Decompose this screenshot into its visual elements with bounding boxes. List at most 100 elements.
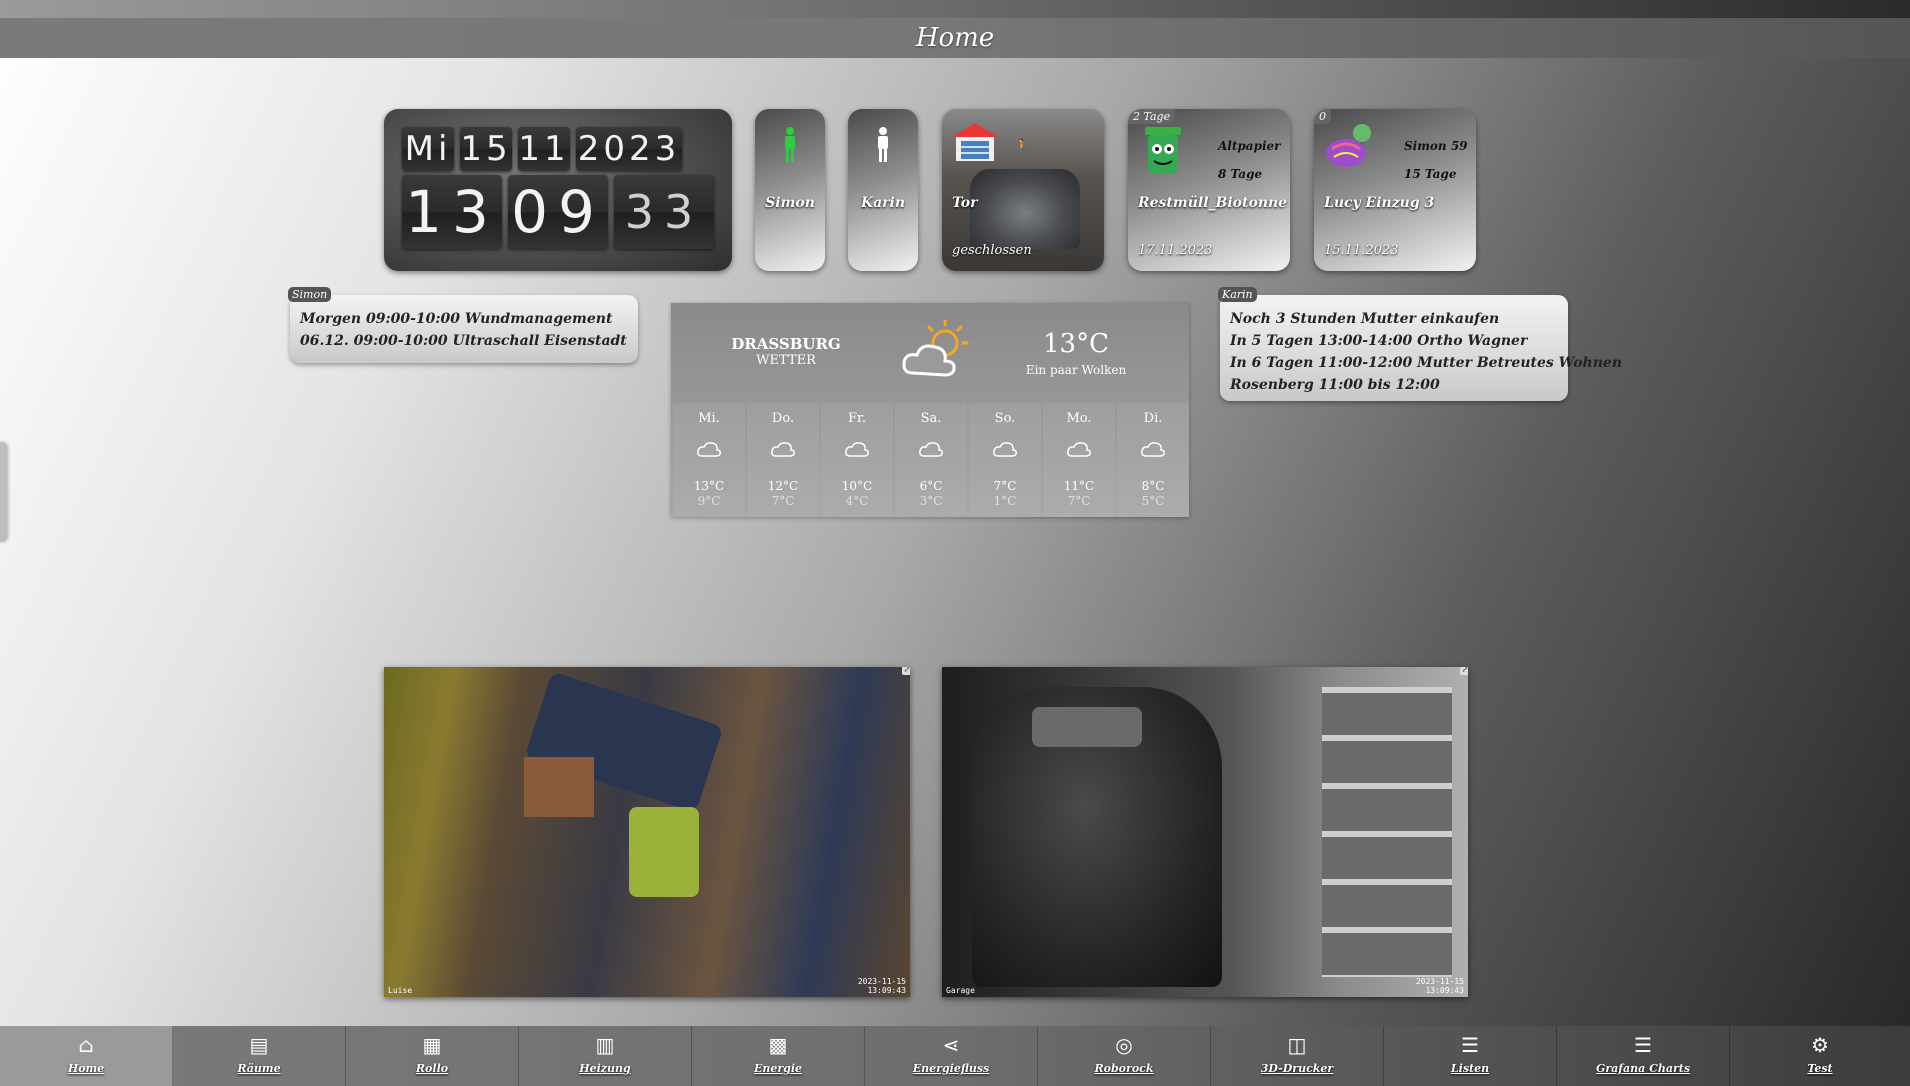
weather-widget[interactable]: DRASSBURG WETTER 13°C Ein paar Wolken Mi…	[671, 303, 1189, 517]
nav-raeume[interactable]: ▤ Räume	[173, 1026, 346, 1086]
gear-icon: ⚙	[1811, 1033, 1829, 1057]
calendar-entry: 06.12. 09:00-10:00 Ultraschall Eisenstad…	[300, 333, 627, 349]
garage-status: geschlossen	[952, 243, 1032, 258]
nav-label: Test	[1807, 1062, 1833, 1075]
nav-label: Energiefluss	[912, 1062, 990, 1075]
nav-label: Home	[67, 1062, 105, 1075]
partly-cloudy-icon	[899, 315, 979, 389]
expand-icon[interactable]: ⤢	[1460, 667, 1468, 675]
calendar-entry: In 6 Tagen 11:00-12:00 Mutter Betreutes …	[1230, 355, 1622, 371]
camera-label: Garage	[946, 986, 975, 995]
expand-icon[interactable]: ⤢	[902, 667, 910, 675]
calendar-owner: Karin	[1218, 287, 1257, 302]
nav-rollo[interactable]: ▦ Rollo	[346, 1026, 519, 1086]
forecast-high: 13°C	[693, 479, 725, 493]
clock-weekday: Mi	[402, 127, 454, 171]
rooms-icon: ▤	[249, 1033, 269, 1057]
home-icon: ⌂	[78, 1033, 94, 1057]
car-photo	[970, 169, 1080, 249]
waste-tile[interactable]: 2 Tage Altpapier 8 Tage Restmüll_Biotonn…	[1128, 109, 1290, 271]
forecast-low: 3°C	[919, 494, 943, 508]
forecast-high: 8°C	[1141, 479, 1165, 493]
nav-heizung[interactable]: ▥ Heizung	[519, 1026, 692, 1086]
nav-home[interactable]: ⌂ Home	[0, 1026, 173, 1086]
robot-vacuum-icon: ◎	[1115, 1033, 1133, 1057]
person-name: Simon	[765, 195, 815, 211]
nav-energie[interactable]: ▩ Energie	[692, 1026, 865, 1086]
birthday-balloon-icon	[1322, 119, 1378, 181]
nav-3d-drucker[interactable]: ◫ 3D-Drucker	[1211, 1026, 1384, 1086]
birthday-date: 15.11.2023	[1324, 243, 1399, 258]
camera-date: 2023-11-15	[857, 977, 906, 986]
nav-grafana-charts[interactable]: ☰ Grafana Charts	[1557, 1026, 1730, 1086]
camera-feed-living-room[interactable]: Luise 2023-11-15 13:09:43 ⤢	[384, 667, 910, 997]
clock-hour: 13	[402, 175, 502, 249]
nav-label: 3D-Drucker	[1260, 1062, 1334, 1075]
waste-date: 17.11.2023	[1138, 243, 1213, 258]
nav-listen[interactable]: ☰ Listen	[1384, 1026, 1557, 1086]
calendar-entry: In 5 Tagen 13:00-14:00 Ortho Wagner	[1230, 333, 1528, 349]
person-tile-karin[interactable]: Karin	[848, 109, 918, 271]
forecast-day-name: Mi.	[698, 411, 720, 426]
forecast-day: Fr. 10°C 4°C	[821, 403, 893, 517]
top-bar	[0, 0, 1910, 18]
weather-current: DRASSBURG WETTER 13°C Ein paar Wolken	[671, 303, 1189, 403]
forecast-high: 6°C	[919, 479, 943, 493]
forecast-low: 1°C	[993, 494, 1017, 508]
table-shape	[524, 757, 594, 817]
nav-test[interactable]: ⚙ Test	[1730, 1026, 1910, 1086]
bottom-navigation: ⌂ Home ▤ Räume ▦ Rollo ▥ Heizung ▩ Energ…	[0, 1026, 1910, 1086]
sunroof-shape	[1032, 707, 1142, 747]
clock-year: 2023	[576, 127, 682, 171]
cloud-icon	[895, 439, 967, 463]
nav-roborock[interactable]: ◎ Roborock	[1038, 1026, 1211, 1086]
person-present-icon	[782, 127, 798, 170]
list-icon: ☰	[1634, 1033, 1652, 1057]
camera-time: 13:09:43	[867, 986, 906, 995]
clock-second: 33	[614, 175, 714, 249]
calendar-owner: Simon	[288, 287, 332, 302]
side-menu-handle[interactable]	[0, 442, 7, 542]
cloud-icon	[673, 439, 745, 463]
cloud-icon	[747, 439, 819, 463]
birthday-name: Lucy Einzug 3	[1324, 195, 1435, 211]
forecast-low: 5°C	[1141, 494, 1165, 508]
person-absent-icon	[875, 127, 891, 170]
waste-name: Restmüll_Biotonne	[1138, 195, 1288, 211]
forecast-day-name: Sa.	[920, 411, 942, 426]
window-blind-icon: ▦	[422, 1033, 442, 1057]
nav-label: Heizung	[579, 1062, 631, 1075]
nav-energiefluss[interactable]: ⋖ Energiefluss	[865, 1026, 1038, 1086]
weather-subtitle: WETTER	[756, 353, 816, 368]
nav-label: Grafana Charts	[1595, 1062, 1691, 1075]
birthday-next-days: 15 Tage	[1404, 167, 1457, 181]
clock-minute: 09	[508, 175, 608, 249]
page-title: Home	[0, 18, 1910, 58]
clock-month: 11	[518, 127, 570, 171]
garage-tile[interactable]: 🚶 Tor geschlossen	[942, 109, 1104, 271]
birthday-tile[interactable]: 0 Simon 59 15 Tage Lucy Einzug 3 15.11.2…	[1314, 109, 1476, 271]
calendar-entry: Morgen 09:00-10:00 Wundmanagement	[300, 311, 613, 327]
person-tile-simon[interactable]: Simon	[755, 109, 825, 271]
waste-next-label: Altpapier	[1218, 139, 1281, 153]
weather-desc: Ein paar Wolken	[1025, 363, 1127, 377]
camera-timestamp: 2023-11-15 13:09:43	[858, 977, 906, 995]
nav-label: Listen	[1450, 1062, 1490, 1075]
forecast-day: So. 7°C 1°C	[969, 403, 1041, 517]
calendar-simon[interactable]: Simon Morgen 09:00-10:00 Wundmanagement …	[288, 287, 638, 363]
forecast-high: 10°C	[841, 479, 873, 493]
cloud-icon	[1043, 439, 1115, 463]
camera-date: 2023-11-15	[1415, 977, 1464, 986]
birthday-next-label: Simon 59	[1404, 139, 1468, 153]
camera-time: 13:09:43	[1425, 986, 1464, 995]
forecast-day-name: Mo.	[1066, 411, 1092, 426]
cloud-icon	[969, 439, 1041, 463]
forecast-high: 7°C	[993, 479, 1017, 493]
share-flow-icon: ⋖	[942, 1033, 960, 1057]
printer-3d-icon: ◫	[1287, 1033, 1307, 1057]
garage-name: Tor	[952, 195, 978, 211]
forecast-low: 7°C	[771, 494, 795, 508]
camera-feed-garage[interactable]: Garage 2023-11-15 13:09:43 ⤢	[942, 667, 1468, 997]
calendar-karin[interactable]: Karin Noch 3 Stunden Mutter einkaufen In…	[1218, 287, 1622, 401]
forecast-low: 4°C	[845, 494, 869, 508]
